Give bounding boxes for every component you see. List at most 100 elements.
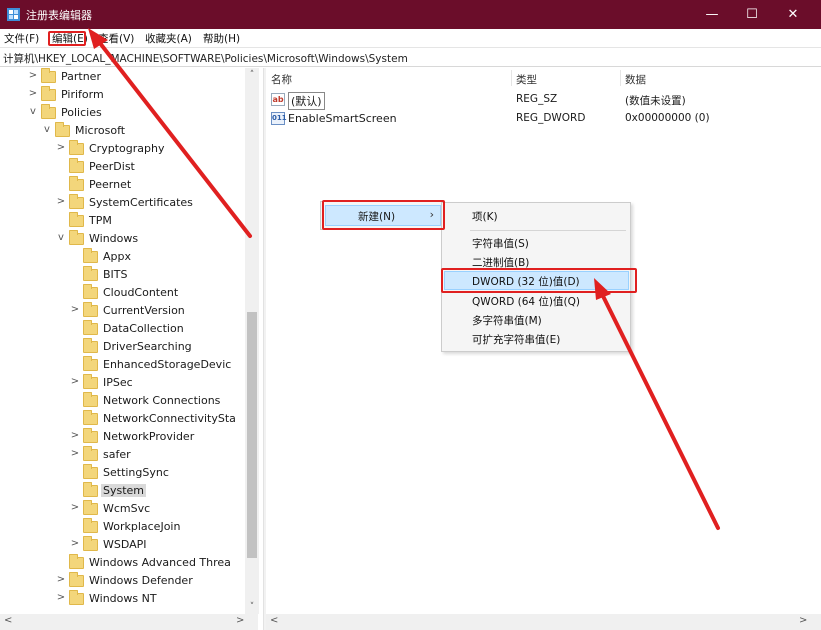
tree-item[interactable]: PeerDist [0, 158, 245, 176]
column-header-data[interactable]: 数据 [625, 72, 646, 87]
tree-item[interactable]: Peernet [0, 176, 245, 194]
tree-horizontal-scrollbar[interactable]: < > [0, 614, 258, 630]
tree-item[interactable]: > Cryptography [0, 140, 245, 158]
tree-item[interactable]: > NetworkProvider [0, 428, 245, 446]
submenu-item-key[interactable]: 项(K) [444, 206, 629, 225]
menu-view[interactable]: 查看(V) [98, 31, 134, 46]
scroll-up-arrow[interactable]: ˄ [245, 68, 259, 82]
chevron-right-icon[interactable]: > [55, 142, 67, 153]
scroll-right-arrow[interactable]: > [236, 615, 244, 626]
tree-item-label: System [101, 484, 147, 497]
values-horizontal-scrollbar[interactable]: < > [266, 614, 821, 630]
chevron-right-icon[interactable]: > [55, 196, 67, 207]
tree-item[interactable]: > SystemCertificates [0, 194, 245, 212]
address-bar[interactable]: 计算机\HKEY_LOCAL_MACHINE\SOFTWARE\Policies… [0, 47, 821, 67]
chevron-right-icon[interactable]: > [69, 538, 81, 549]
tree-item[interactable]: SettingSync [0, 464, 245, 482]
tree-item[interactable]: > Partner [0, 68, 245, 86]
column-separator [620, 70, 621, 86]
tree-item[interactable]: > safer [0, 446, 245, 464]
submenu-item-qword-value[interactable]: QWORD (64 位)值(Q) [444, 291, 629, 310]
tree-item[interactable]: > Windows NT [0, 590, 245, 608]
tree-item[interactable]: > Piriform [0, 86, 245, 104]
scroll-left-arrow[interactable]: < [270, 615, 278, 626]
chevron-right-icon[interactable]: > [69, 304, 81, 315]
value-row[interactable]: 011 EnableSmartScreen REG_DWORD 0x000000… [266, 110, 821, 128]
submenu-item-expandable-string-value[interactable]: 可扩充字符串值(E) [444, 329, 629, 348]
value-row[interactable]: ab (默认) REG_SZ (数值未设置) [266, 91, 821, 110]
folder-icon [83, 428, 98, 443]
tree-item-label: safer [103, 448, 131, 461]
tree-item-label: Appx [103, 250, 131, 263]
chevron-right-icon[interactable]: > [69, 502, 81, 513]
folder-icon [83, 500, 98, 515]
tree-item[interactable]: v Microsoft [0, 122, 245, 140]
title-bar: 注册表编辑器 — ☐ ✕ [0, 0, 821, 29]
tree-item[interactable]: Network Connections [0, 392, 245, 410]
chevron-right-icon[interactable]: > [27, 70, 39, 81]
folder-icon [69, 140, 84, 155]
scroll-right-arrow[interactable]: > [799, 615, 807, 626]
chevron-right-icon[interactable]: > [55, 574, 67, 585]
chevron-down-icon[interactable]: v [41, 124, 53, 135]
tree-item-label: DriverSearching [103, 340, 192, 353]
chevron-right-icon[interactable]: > [69, 376, 81, 387]
value-type: REG_DWORD [516, 112, 586, 124]
menu-favorites[interactable]: 收藏夹(A) [145, 31, 192, 46]
column-header-name[interactable]: 名称 [271, 72, 292, 87]
tree-item-label: Partner [61, 70, 101, 83]
value-data: (数值未设置) [625, 95, 686, 107]
minimize-button[interactable]: — [690, 0, 734, 29]
tree-vertical-scrollbar[interactable]: ˄ ˅ [245, 68, 259, 614]
tree-item[interactable]: TPM [0, 212, 245, 230]
chevron-right-icon[interactable]: > [69, 448, 81, 459]
chevron-right-icon[interactable]: > [55, 592, 67, 603]
folder-icon [69, 158, 84, 173]
folder-icon [83, 248, 98, 263]
chevron-right-icon[interactable]: > [27, 88, 39, 99]
chevron-right-icon[interactable]: > [69, 430, 81, 441]
chevron-down-icon[interactable]: v [27, 106, 39, 117]
tree-item-label: SystemCertificates [89, 196, 193, 209]
column-header-type[interactable]: 类型 [516, 72, 537, 87]
menu-file[interactable]: 文件(F) [4, 31, 39, 46]
tree-item-label: Piriform [61, 88, 104, 101]
close-button[interactable]: ✕ [771, 0, 815, 29]
tree-item[interactable]: BITS [0, 266, 245, 284]
tree-item[interactable]: DriverSearching [0, 338, 245, 356]
folder-icon [83, 464, 98, 479]
tree-item[interactable]: > WSDAPI [0, 536, 245, 554]
tree-item[interactable]: > CurrentVersion [0, 302, 245, 320]
scroll-down-arrow[interactable]: ˅ [245, 600, 259, 614]
folder-icon [83, 320, 98, 335]
tree-item[interactable]: Appx [0, 248, 245, 266]
tree-item[interactable]: System [0, 482, 245, 500]
tree-item-label: Windows Advanced Threa [89, 556, 231, 569]
tree-item[interactable]: > Windows Defender [0, 572, 245, 590]
tree-item[interactable]: WorkplaceJoin [0, 518, 245, 536]
tree-item[interactable]: EnhancedStorageDevic [0, 356, 245, 374]
tree-item[interactable]: > WcmSvc [0, 500, 245, 518]
tree-item[interactable]: v Windows [0, 230, 245, 248]
tree-item-label: BITS [103, 268, 128, 281]
tree-item[interactable]: v Policies [0, 104, 245, 122]
folder-icon [69, 572, 84, 587]
scroll-left-arrow[interactable]: < [4, 615, 12, 626]
tree-item[interactable]: > IPSec [0, 374, 245, 392]
folder-icon [41, 68, 56, 83]
annotation-box-new [322, 200, 445, 230]
tree-item[interactable]: Windows Advanced Threa [0, 554, 245, 572]
tree-item[interactable]: NetworkConnectivitySta [0, 410, 245, 428]
tree-item-label: NetworkProvider [103, 430, 195, 443]
chevron-down-icon[interactable]: v [55, 232, 67, 243]
menu-help[interactable]: 帮助(H) [203, 31, 240, 46]
tree-item[interactable]: DataCollection [0, 320, 245, 338]
tree-item-label: Windows NT [89, 592, 157, 605]
key-tree: > Partner > Piriform v Policies v Microsoft > Cry… [0, 68, 260, 614]
tree-item[interactable]: CloudContent [0, 284, 245, 302]
submenu-item-string-value[interactable]: 字符串值(S) [444, 233, 629, 252]
folder-icon [83, 284, 98, 299]
submenu-item-multi-string-value[interactable]: 多字符串值(M) [444, 310, 629, 329]
maximize-button[interactable]: ☐ [730, 0, 774, 29]
scroll-thumb[interactable] [247, 312, 257, 558]
